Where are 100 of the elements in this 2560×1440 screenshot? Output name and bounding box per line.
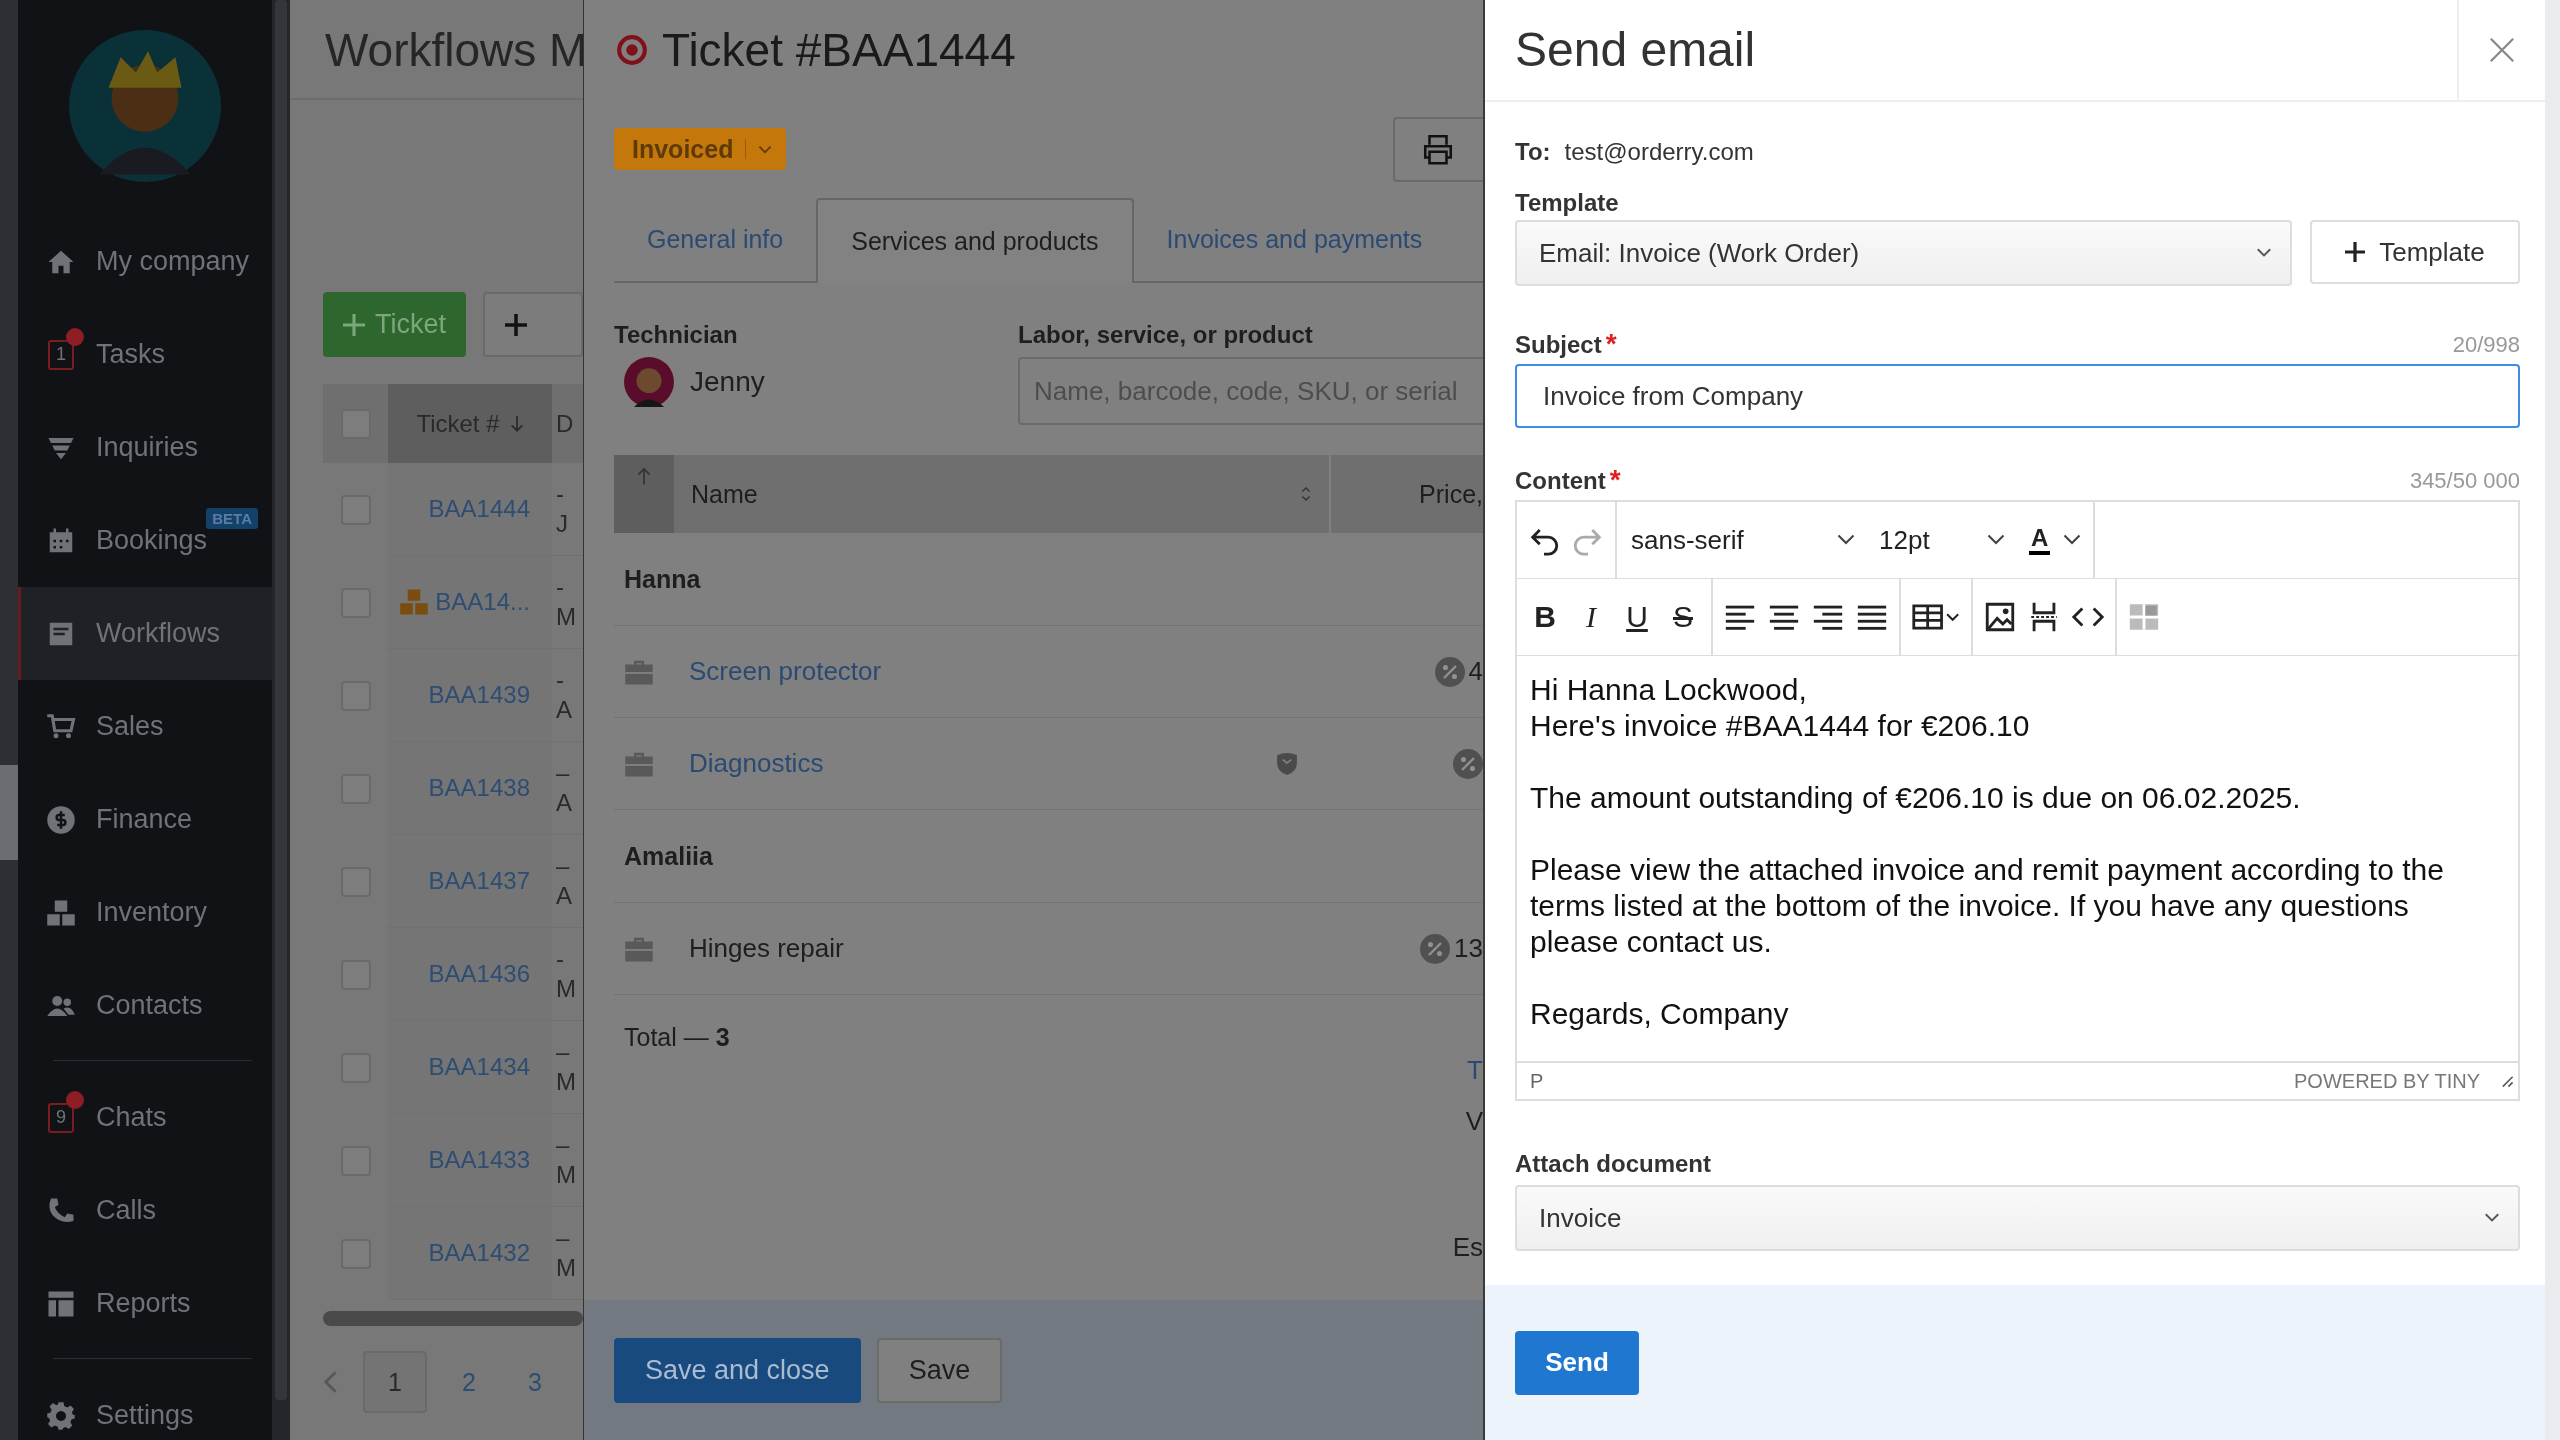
close-icon[interactable]: [2488, 36, 2516, 64]
text-color-button[interactable]: A: [2017, 502, 2093, 578]
save-and-close-button[interactable]: Save and close: [614, 1337, 861, 1403]
email-paragraph: Please view the attached invoice and remit payment according to the terms listed at the bottom of the invoice. If you have any questions please contact us.: [1530, 852, 2445, 960]
notification-dot: [66, 327, 84, 346]
sidebar-item[interactable]: 9 Chats: [18, 1071, 272, 1164]
shield-icon: [1276, 750, 1298, 777]
sidebar-item[interactable]: Settings: [18, 1369, 272, 1440]
recipient-email: test@orderry.com: [1564, 138, 1754, 166]
field-label: Content*: [1515, 463, 1621, 497]
add-button[interactable]: [483, 292, 583, 357]
font-size-dropdown[interactable]: 12pt: [1867, 502, 2017, 578]
sidebar-item[interactable]: Contacts: [18, 959, 272, 1052]
item-name: Hinges repair: [689, 933, 844, 964]
field-label: Subject*: [1515, 327, 1617, 361]
tab[interactable]: Invoices and payments: [1133, 198, 1456, 283]
caret-icon: [1987, 534, 2005, 546]
print-button[interactable]: [1393, 116, 1483, 182]
column-header[interactable]: D: [552, 384, 574, 463]
table-cell: M: [556, 1070, 576, 1094]
sidebar-item[interactable]: Inventory: [18, 866, 272, 959]
table-cell: –: [556, 1226, 570, 1250]
table-cell: M: [556, 977, 576, 1001]
table-cell: -: [556, 947, 564, 971]
font-dropdown[interactable]: sans-serif: [1617, 502, 1867, 578]
table-cell: A: [556, 791, 572, 815]
new-ticket-button[interactable]: Ticket: [323, 292, 466, 357]
item-row[interactable]: Hinges repair 13: [614, 903, 1483, 995]
table-cell: M: [556, 1163, 576, 1187]
sidebar-item[interactable]: Calls: [18, 1164, 272, 1257]
group-label: Hanna: [624, 564, 701, 594]
caret-icon: [2256, 248, 2272, 258]
settings-icon: [46, 1400, 76, 1431]
summary-label: Es: [1452, 1232, 1483, 1263]
save-button[interactable]: Save: [876, 1337, 1003, 1403]
sidebar-item[interactable]: Reports: [18, 1257, 272, 1350]
printer-icon: [1421, 132, 1455, 166]
notification-dot: [66, 1090, 84, 1109]
format-button[interactable]: S: [1663, 592, 1703, 642]
table-cell: –: [556, 1133, 570, 1157]
email-paragraph: Hi Hanna Lockwood, Here's invoice #BAA1444 for €206.10: [1530, 672, 2031, 744]
column-header[interactable]: Price,: [1331, 455, 1483, 533]
sidebar-item[interactable]: My company: [18, 215, 272, 308]
summary-label: V: [1465, 1106, 1483, 1137]
sidebar-item[interactable]: Sales: [18, 680, 272, 773]
target-icon: [616, 34, 648, 66]
column-header[interactable]: Name: [674, 455, 1331, 533]
subject-field[interactable]: Invoice from Company: [1515, 364, 2520, 428]
template-dropdown[interactable]: Email: Invoice (Work Order): [1515, 220, 2292, 286]
sidebar-item[interactable]: Finance: [18, 773, 272, 866]
send-button[interactable]: Send: [1515, 1330, 1639, 1395]
total-count: Total — 3: [623, 1022, 731, 1052]
tab[interactable]: Services and products: [816, 198, 1134, 283]
summary-label: T: [1467, 1055, 1483, 1086]
item-link[interactable]: Diagnostics: [689, 748, 824, 779]
table-cell: –: [556, 761, 570, 785]
caret-icon: [2063, 534, 2081, 546]
page-button[interactable]: 1: [363, 1351, 427, 1413]
table-cell: A: [556, 698, 572, 722]
sidebar-item[interactable]: Bookings BETA: [18, 494, 272, 587]
discount-icon: [1420, 933, 1451, 964]
character-counter: 20/998: [2452, 332, 2520, 359]
beta-tag: BETA: [206, 508, 258, 529]
sidebar-item[interactable]: Inquiries: [18, 401, 272, 494]
boxes-icon: [399, 588, 430, 616]
item-row[interactable]: Diagnostics: [614, 718, 1483, 810]
add-template-button[interactable]: Template: [2310, 220, 2520, 284]
element-path: P: [1530, 1069, 1544, 1093]
field-label: Technician: [614, 321, 739, 349]
plus-icon: [343, 313, 365, 336]
table-cell: –: [556, 854, 570, 878]
format-button[interactable]: B: [1525, 592, 1565, 642]
dollar-icon: [46, 804, 76, 835]
ticket-title: Ticket #BAA1444: [662, 23, 1016, 77]
panel-title: Send email: [1514, 22, 1756, 78]
format-button[interactable]: U: [1617, 592, 1657, 642]
attach-document-dropdown[interactable]: Invoice: [1515, 1185, 2520, 1251]
resize-handle-icon[interactable]: [2500, 1074, 2514, 1088]
table-cell: –: [556, 1040, 570, 1064]
status-dropdown[interactable]: Invoiced: [614, 128, 787, 170]
item-link[interactable]: Screen protector: [689, 656, 882, 687]
format-button[interactable]: I: [1571, 592, 1611, 642]
discount-icon: [1434, 656, 1465, 687]
caret-icon: [2484, 1213, 2500, 1223]
table-cell: M: [556, 605, 576, 629]
sort-icon: [1300, 485, 1312, 503]
discount-icon: [1453, 748, 1483, 779]
caret-icon: [1837, 534, 1855, 546]
price: 4: [1468, 656, 1483, 687]
editor-branding[interactable]: POWERED BY TINY: [2294, 1069, 2480, 1093]
sidebar-item[interactable]: 1 Tasks: [18, 308, 272, 401]
sidebar-item[interactable]: Workflows: [18, 587, 272, 680]
item-row[interactable]: Screen protector 4: [614, 626, 1483, 718]
group-label: Amaliia: [624, 841, 713, 871]
table-cell: -: [556, 668, 564, 692]
plus-icon: [505, 313, 527, 336]
field-label: Attach document: [1515, 1149, 1712, 1179]
email-paragraph: The amount outstanding of €206.10 is due on 06.02.2025.: [1530, 780, 2302, 816]
table-cell: A: [556, 884, 572, 908]
field-label: Labor, service, or product: [1018, 321, 1314, 349]
